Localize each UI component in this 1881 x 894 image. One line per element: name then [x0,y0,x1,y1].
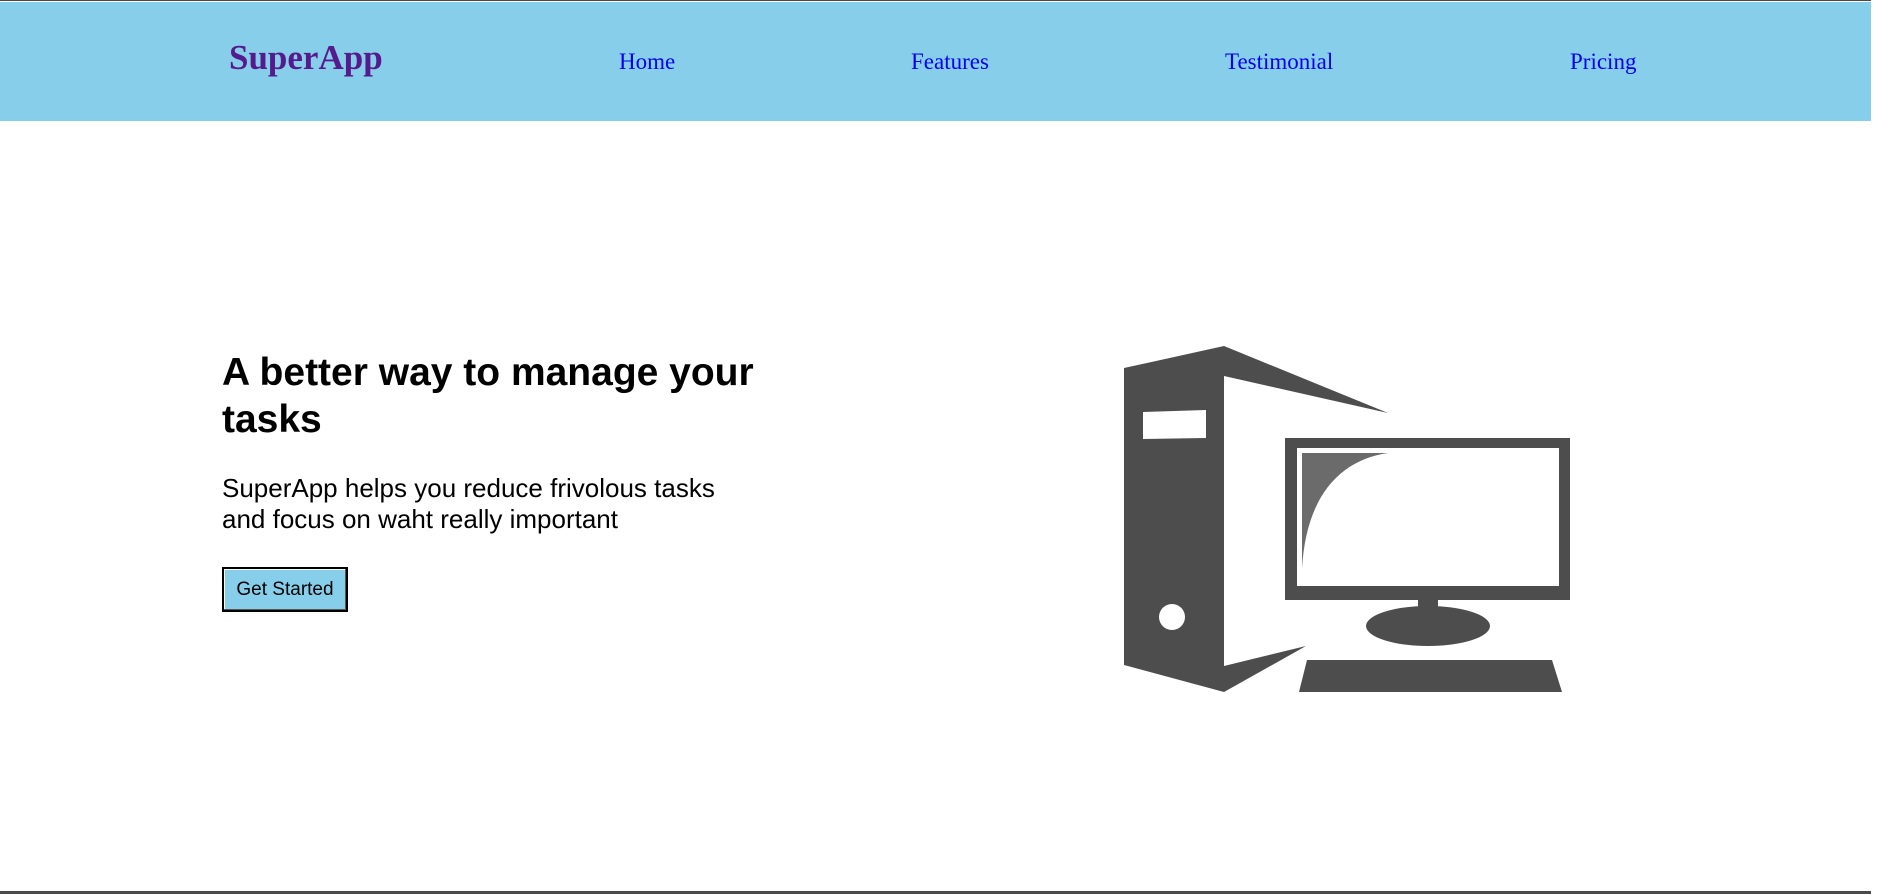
browser-viewport: SuperApp Home Features Testimonial Prici… [0,0,1871,891]
page: SuperApp Home Features Testimonial Prici… [0,0,1881,894]
nav-link-home[interactable]: Home [619,50,675,73]
hero-section: A better way to manage your tasks SuperA… [222,349,782,535]
desktop-computer-icon [1124,346,1570,692]
monitor-base [1366,606,1490,646]
tower-power-button [1159,604,1185,630]
tower-side-bottom [1224,646,1306,692]
navbar: SuperApp Home Features Testimonial Prici… [0,2,1871,121]
nav-link-testimonial[interactable]: Testimonial [1225,50,1333,73]
get-started-button[interactable]: Get Started [222,567,348,612]
scroll-gutter [1871,0,1881,894]
tower-drive-slot [1143,410,1206,439]
nav-link-features[interactable]: Features [911,50,989,73]
hero-title: A better way to manage your tasks [222,351,754,441]
tower-front [1124,346,1224,692]
tower-side-top [1224,346,1388,413]
nav-link-pricing[interactable]: Pricing [1570,50,1636,73]
hero-subtitle: SuperApp helps you reduce frivolous task… [222,473,715,534]
logo-link[interactable]: SuperApp [229,40,383,75]
keyboard [1299,660,1562,692]
